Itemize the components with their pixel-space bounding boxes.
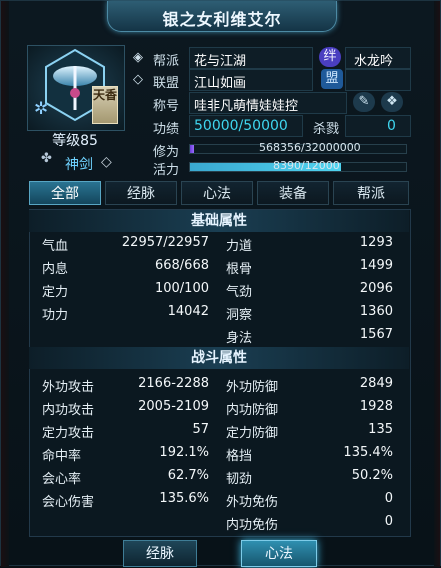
tab-guild[interactable]: 帮派: [333, 181, 409, 205]
school-badge-text: 天香: [93, 88, 118, 102]
attribute-value: 0: [384, 491, 393, 506]
meridian-button[interactable]: 经脉: [123, 540, 197, 567]
attribute-name: 气劲: [226, 285, 253, 300]
guild-title: 水龙吟: [354, 54, 394, 69]
character-panel: 银之女利维艾尔 天香 ✲ 等级85 ✤ 神剑 ◇ ◈ 帮派 花与江湖 绊 水龙吟…: [0, 0, 441, 567]
kill-value: 0: [387, 118, 396, 134]
attribute-name: 外功攻击: [42, 380, 95, 395]
attribute-value: 2096: [359, 281, 393, 296]
attribute-value: 1293: [359, 235, 393, 250]
alliance-badge-text: 盟: [325, 71, 339, 86]
attribute-value: 668/668: [154, 258, 209, 273]
weapon-name[interactable]: 神剑: [65, 154, 93, 174]
combat-section-title: 战斗属性: [29, 347, 409, 369]
nick-value[interactable]: 哇非凡萌情娃娃控: [194, 95, 298, 114]
attribute-value: 2166-2288: [138, 376, 209, 391]
weapon-diamond-icon[interactable]: ◇: [101, 154, 112, 170]
attribute-name: 会心率: [42, 472, 82, 487]
attribute-name: 会心伤害: [42, 495, 95, 510]
attribute-value: 1499: [359, 258, 393, 273]
edit-pen-icon[interactable]: ✎: [353, 92, 375, 112]
attribute-name: 力道: [226, 239, 253, 254]
attribute-value: 1567: [359, 327, 393, 342]
snowflake-icon: ✲: [34, 99, 49, 119]
left-edge: [1, 1, 9, 567]
attribute-name: 功力: [42, 308, 69, 323]
tab-method[interactable]: 心法: [181, 181, 253, 205]
attribute-value: 192.1%: [159, 445, 209, 460]
attribute-value: 22957/22957: [121, 235, 209, 250]
attribute-name: 根骨: [226, 262, 253, 277]
alliance-diamond-icon: ◇: [133, 72, 143, 87]
school-badge: 天香: [92, 86, 118, 124]
alliance-extra-field: [345, 69, 411, 91]
attribute-value: 0: [384, 514, 393, 529]
guild-label: 帮派: [153, 54, 180, 69]
attribute-value: 135: [368, 422, 393, 437]
attribute-name: 定力: [42, 285, 69, 300]
cultivation-value: 568356/32000000: [259, 141, 361, 154]
guild-icon: ◈: [133, 50, 143, 65]
alliance-badge-icon[interactable]: 盟: [321, 69, 343, 89]
alliance-name[interactable]: 江山如画: [194, 72, 246, 91]
attribute-value: 2005-2109: [138, 399, 209, 414]
attribute-value: 50.2%: [351, 468, 393, 483]
vitality-label: 活力: [153, 163, 180, 178]
guild-badge-text: 绊: [323, 49, 337, 64]
attribute-name: 内功攻击: [42, 403, 95, 418]
attribute-name: 外功免伤: [226, 495, 279, 510]
attribute-value: 1360: [359, 304, 393, 319]
weapon-glyph-icon: ✤: [41, 151, 52, 166]
tab-equipment[interactable]: 装备: [257, 181, 329, 205]
guild-name[interactable]: 花与江湖: [194, 50, 246, 69]
attribute-name: 韧劲: [226, 472, 253, 487]
attribute-name: 定力攻击: [42, 426, 95, 441]
method-button[interactable]: 心法: [241, 540, 317, 567]
attribute-name: 内功防御: [226, 403, 279, 418]
attribute-value: 135.4%: [343, 445, 393, 460]
merit-value: 50000/50000: [194, 118, 288, 134]
attribute-value: 135.6%: [159, 491, 209, 506]
vitality-value: 8390/12000: [273, 159, 340, 172]
attribute-value: 100/100: [154, 281, 209, 296]
attribute-name: 外功防御: [226, 380, 279, 395]
title-bar[interactable]: 银之女利维艾尔: [107, 1, 337, 32]
attribute-value: 62.7%: [167, 468, 209, 483]
tab-all[interactable]: 全部: [29, 181, 101, 205]
tab-bar: 全部 经脉 心法 装备 帮派: [29, 181, 409, 205]
attribute-value: 2849: [359, 376, 393, 391]
attribute-name: 气血: [42, 239, 69, 254]
attribute-name: 定力防御: [226, 426, 279, 441]
alliance-label: 联盟: [153, 76, 180, 91]
title-book-icon[interactable]: ❖: [381, 92, 403, 112]
attribute-name: 洞察: [226, 308, 253, 323]
attribute-name: 身法: [226, 331, 253, 346]
attribute-value: 57: [192, 422, 209, 437]
attribute-name: 命中率: [42, 449, 82, 464]
attribute-value: 14042: [167, 304, 209, 319]
right-edge: [434, 1, 440, 567]
kill-field: [345, 115, 411, 137]
attribute-name: 内息: [42, 262, 69, 277]
attribute-value: 1928: [359, 399, 393, 414]
window-title: 银之女利维艾尔: [162, 10, 282, 29]
nick-label: 称号: [153, 99, 180, 114]
merit-label: 功绩: [153, 122, 180, 137]
attribute-name: 格挡: [226, 449, 253, 464]
attribute-name: 内功免伤: [226, 518, 279, 533]
kill-label: 杀戮: [313, 122, 340, 137]
tab-meridian[interactable]: 经脉: [105, 181, 177, 205]
cultivation-bar-fill: [190, 145, 194, 153]
guild-badge-icon[interactable]: 绊: [319, 47, 341, 67]
basic-section-title: 基础属性: [29, 210, 409, 232]
character-level: 等级85: [52, 133, 98, 149]
cultivation-label: 修为: [153, 145, 180, 160]
